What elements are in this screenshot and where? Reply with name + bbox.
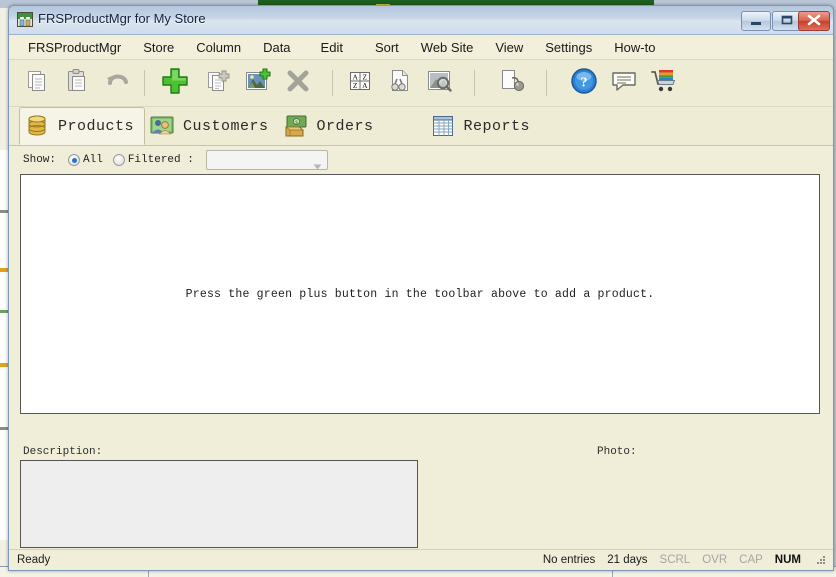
sort-az-button[interactable]: A Z Z A [340,62,380,104]
svg-text:A: A [362,81,368,90]
menu-item-howto[interactable]: How-to [603,37,666,58]
status-ready: Ready [17,554,50,566]
resize-grip[interactable] [815,554,827,566]
shopping-cart-button[interactable] [644,62,684,104]
radio-show-all[interactable]: All [68,154,103,166]
toolbar-separator [144,70,145,96]
menu-item-settings[interactable]: Settings [534,37,603,58]
reports-icon [430,114,456,138]
menu-item-column[interactable]: Column [185,37,252,58]
status-bar: Ready No entries 21 days SCRL OVR CAP NU… [9,549,833,570]
tab-label-reports: Reports [464,118,531,135]
add-product-button[interactable] [152,62,198,104]
svg-text:?: ? [581,75,588,90]
description-label: Description: [23,446,102,458]
publish-web-icon [497,67,527,100]
radio-show-filtered[interactable]: Filtered : [113,154,194,166]
toolbar-separator [474,70,475,96]
sort-az-icon: A Z Z A [346,68,374,99]
title-bar[interactable]: FRSProductMgr for My Store [9,6,833,35]
preview-photo-button[interactable] [420,62,460,104]
tab-label-customers: Customers [183,118,269,135]
tab-customers[interactable]: Customers [145,108,279,144]
comment-icon [609,68,639,99]
tab-label-orders: Orders [317,118,374,135]
store-icon [17,12,33,27]
close-button[interactable] [798,11,830,31]
paste-button[interactable] [57,62,97,104]
copy-icon [23,67,51,100]
preview-photo-icon [425,67,455,100]
description-input[interactable] [20,460,418,548]
undo-icon [103,67,131,100]
find-document-icon [386,67,414,100]
add-photo-icon [243,67,273,100]
application-window: FRSProductMgr for My Store FRSProductMgr… [8,5,834,571]
paste-icon [63,67,91,100]
status-scrl: SCRL [660,554,691,566]
minimize-button[interactable] [741,11,771,31]
status-num: NUM [775,554,801,566]
photo-label: Photo: [597,446,637,458]
tab-products[interactable]: Products [19,107,145,145]
help-icon: ? [570,67,598,100]
status-entries: No entries [543,554,595,566]
status-ovr: OVR [702,554,727,566]
delete-product-button[interactable] [278,62,318,104]
publish-web-button[interactable] [492,62,532,104]
toolbar: A Z Z A [9,60,833,107]
filter-bar: Show: All Filtered : [9,146,833,174]
filter-select[interactable] [206,150,328,170]
tab-label-products: Products [58,118,134,135]
menu-item-edit[interactable]: Edit [310,37,354,58]
find-document-button[interactable] [380,62,420,104]
tab-reports[interactable]: Reports [426,108,541,144]
help-button[interactable]: ? [564,62,604,104]
undo-button[interactable] [97,62,137,104]
comment-button[interactable] [604,62,644,104]
menu-item-store[interactable]: Store [132,37,185,58]
delete-product-icon [284,67,312,100]
radio-filtered-label: Filtered : [128,154,194,166]
duplicate-product-button[interactable] [198,62,238,104]
status-cap: CAP [739,554,763,566]
menu-item-frsproductmgr[interactable]: FRSProductMgr [17,37,132,58]
menu-item-sort[interactable]: Sort [364,37,410,58]
empty-list-message: Press the green plus button in the toolb… [186,288,655,301]
svg-text:Z: Z [353,81,358,90]
menu-bar: FRSProductMgr Store Column Data Edit Sor… [9,35,833,60]
duplicate-product-icon [204,67,232,100]
shopping-cart-icon [649,67,679,100]
database-icon [24,114,50,138]
background-left-strip [0,150,8,540]
radio-all-label: All [83,154,103,166]
tab-strip: Products Customers $ [9,107,833,146]
show-label: Show: [23,154,56,166]
tab-orders[interactable]: $ Orders [279,108,384,144]
orders-icon: $ [283,114,309,138]
add-product-icon [159,65,191,102]
toolbar-separator [332,70,333,96]
customers-icon [149,114,175,138]
radio-all-indicator [68,154,80,166]
menu-item-website[interactable]: Web Site [410,37,485,58]
product-list[interactable]: Press the green plus button in the toolb… [20,174,820,414]
menu-item-data[interactable]: Data [252,37,301,58]
window-title: FRSProductMgr for My Store [38,11,206,26]
menu-item-view[interactable]: View [484,37,534,58]
radio-filtered-indicator [113,154,125,166]
toolbar-separator [546,70,547,96]
chevron-down-icon [313,157,322,175]
add-photo-button[interactable] [238,62,278,104]
status-trial-days: 21 days [607,554,647,566]
copy-button[interactable] [17,62,57,104]
